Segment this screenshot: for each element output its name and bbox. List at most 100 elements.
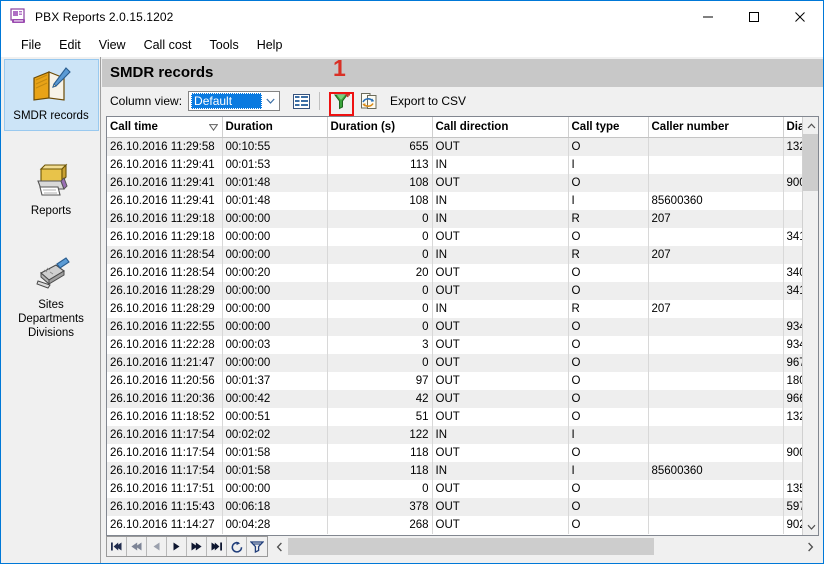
cell-duration_s: 3: [327, 335, 433, 354]
column-header-dialed_number[interactable]: Dialed: [783, 117, 804, 138]
table-row[interactable]: 26.10.2016 11:29:5800:10:55655OUTO 1321: [107, 137, 804, 156]
cell-call_time: 26.10.2016 11:28:29: [107, 281, 223, 300]
table-row[interactable]: 26.10.2016 11:14:2700:04:28268OUTO 9027: [107, 515, 804, 534]
cell-caller_number: [648, 281, 784, 300]
cell-call_time: 26.10.2016 11:28:54: [107, 245, 223, 264]
scrollbar-thumb-vertical[interactable]: [803, 134, 818, 191]
table-row[interactable]: 26.10.2016 11:17:51 00:00:00 0 OUT O 135: [107, 479, 804, 498]
refresh-button[interactable]: [227, 537, 247, 556]
cell-duration_s: 378: [327, 497, 433, 516]
sidebar-item-sites-departments-divisions[interactable]: Sites Departments Divisions: [4, 249, 99, 347]
next-page-button[interactable]: [187, 537, 207, 556]
menu-item-tools[interactable]: Tools: [201, 35, 248, 55]
menu-item-edit[interactable]: Edit: [50, 35, 90, 55]
cell-call_time: 26.10.2016 11:28:54: [107, 263, 223, 282]
cell-call_direction: OUT: [432, 263, 569, 282]
menu-item-help[interactable]: Help: [248, 35, 292, 55]
close-icon[interactable]: [777, 1, 823, 32]
filter-records-button[interactable]: [247, 537, 267, 556]
cell-dialed_number: 5975: [783, 497, 804, 516]
chevron-up-icon[interactable]: [803, 117, 818, 134]
column-header-caller_number[interactable]: Caller number: [648, 117, 784, 138]
column-header-label: Call time: [110, 120, 158, 133]
menu-item-view[interactable]: View: [90, 35, 135, 55]
cell-call_direction: IN: [432, 245, 569, 264]
chevron-right-icon[interactable]: [802, 538, 819, 555]
table-row[interactable]: 26.10.2016 11:22:2800:00:033OUTO 9347: [107, 335, 804, 354]
chevron-down-icon[interactable]: [262, 92, 279, 110]
column-header-duration_s[interactable]: Duration (s): [327, 117, 433, 138]
column-header-duration[interactable]: Duration: [222, 117, 328, 138]
cell-call_type: O: [568, 137, 649, 156]
smdr-records-grid: Call time Duration Duration (s) Call direct…: [106, 116, 819, 536]
scrollbar-thumb-horizontal[interactable]: [288, 538, 654, 555]
column-view-label: Column view:: [110, 94, 183, 108]
table-row[interactable]: 26.10.2016 11:28:29 00:00:00 0 IN R 207: [107, 299, 804, 318]
horizontal-scrollbar[interactable]: [271, 538, 819, 555]
column-view-select[interactable]: Default: [188, 91, 281, 111]
cell-duration: 00:10:55: [222, 137, 328, 156]
cell-call_type: O: [568, 479, 649, 498]
page-title: SMDR records: [110, 64, 214, 81]
vertical-scrollbar[interactable]: [802, 117, 818, 535]
cell-duration: 00:00:00: [222, 479, 328, 498]
chevron-down-icon[interactable]: [803, 518, 818, 535]
prev-record-button[interactable]: [147, 537, 167, 556]
table-row[interactable]: 26.10.2016 11:29:41 00:01:48 108 IN I 8560036…: [107, 191, 804, 210]
last-record-button[interactable]: [207, 537, 227, 556]
table-row[interactable]: 26.10.2016 11:20:5600:01:3797OUTO 1800: [107, 371, 804, 390]
prev-page-button[interactable]: [127, 537, 147, 556]
window-controls: [685, 1, 823, 32]
cell-dialed_number: 341: [783, 281, 804, 300]
first-record-button[interactable]: [107, 537, 127, 556]
minimize-icon[interactable]: [685, 1, 731, 32]
cell-dialed_number: [783, 461, 804, 480]
table-row[interactable]: 26.10.2016 11:17:54 00:01:58 118 IN I 8560036…: [107, 461, 804, 480]
column-header-label: Duration (s): [330, 120, 396, 133]
cell-caller_number: [648, 407, 784, 426]
cell-call_time: 26.10.2016 11:29:41: [107, 173, 223, 192]
cell-call_type: O: [568, 389, 649, 408]
table-row[interactable]: 26.10.2016 11:28:29 00:00:00 0 OUT O 341: [107, 281, 804, 300]
cell-duration_s: 122: [327, 425, 433, 444]
table-row[interactable]: 26.10.2016 11:20:3600:00:4242OUTO 9662: [107, 389, 804, 408]
cell-caller_number: [648, 353, 784, 372]
export-csv-label: Export to CSV: [390, 94, 467, 108]
table-row[interactable]: 26.10.2016 11:17:54 00:02:02 122 IN I: [107, 425, 804, 444]
table-row[interactable]: 26.10.2016 11:29:18 00:00:00 0 IN R 207: [107, 209, 804, 228]
sidebar-item-smdr-records[interactable]: SMDR records: [3, 59, 99, 131]
column-header-call_time[interactable]: Call time: [107, 117, 223, 138]
cell-caller_number: [648, 317, 784, 336]
sidebar-item-label: Sites Departments Divisions: [4, 298, 99, 340]
application-window: PBX Reports 2.0.15.1202 File Edit View C…: [0, 0, 824, 564]
cell-call_type: I: [568, 461, 649, 480]
cell-dialed_number: 1321: [783, 137, 804, 156]
table-row[interactable]: 26.10.2016 11:22:5500:00:000OUTO 9347: [107, 317, 804, 336]
cell-duration: 00:01:48: [222, 173, 328, 192]
maximize-icon[interactable]: [731, 1, 777, 32]
table-row[interactable]: 26.10.2016 11:28:54 00:00:00 0 IN R 207: [107, 245, 804, 264]
column-header-call_type[interactable]: Call type: [568, 117, 649, 138]
sidebar-label-line: Divisions: [27, 327, 74, 339]
table-row[interactable]: 26.10.2016 11:28:54 00:00:20 20 OUT O 340: [107, 263, 804, 282]
scrollbar-track-horizontal[interactable]: [288, 538, 802, 555]
cell-call_time: 26.10.2016 11:22:28: [107, 335, 223, 354]
column-header-call_direction[interactable]: Call direction: [432, 117, 569, 138]
table-row[interactable]: 26.10.2016 11:15:4300:06:18378OUTO 5975: [107, 497, 804, 516]
next-record-button[interactable]: [167, 537, 187, 556]
menu-item-call-cost[interactable]: Call cost: [135, 35, 201, 55]
table-row[interactable]: 26.10.2016 11:29:18 00:00:00 0 OUT O 341: [107, 227, 804, 246]
cell-call_direction: OUT: [432, 335, 569, 354]
table-row[interactable]: 26.10.2016 11:29:41 00:01:53 113 IN I: [107, 155, 804, 174]
table-row[interactable]: 26.10.2016 11:21:4700:00:000OUTO 9671: [107, 353, 804, 372]
sidebar-item-reports[interactable]: Reports: [4, 155, 99, 225]
table-row[interactable]: 26.10.2016 11:18:5200:00:5151OUTO 1321: [107, 407, 804, 426]
table-row[interactable]: 26.10.2016 11:29:4100:01:48108OUTO 9002: [107, 173, 804, 192]
table-row[interactable]: 26.10.2016 11:17:5400:01:58118OUTO 9002: [107, 443, 804, 462]
menu-item-file[interactable]: File: [12, 35, 50, 55]
cell-duration: 00:00:00: [222, 281, 328, 300]
chevron-left-icon[interactable]: [271, 538, 288, 555]
column-chooser-button[interactable]: [290, 90, 313, 112]
printer-icon: [28, 161, 74, 201]
export-csv-button[interactable]: [357, 90, 380, 112]
